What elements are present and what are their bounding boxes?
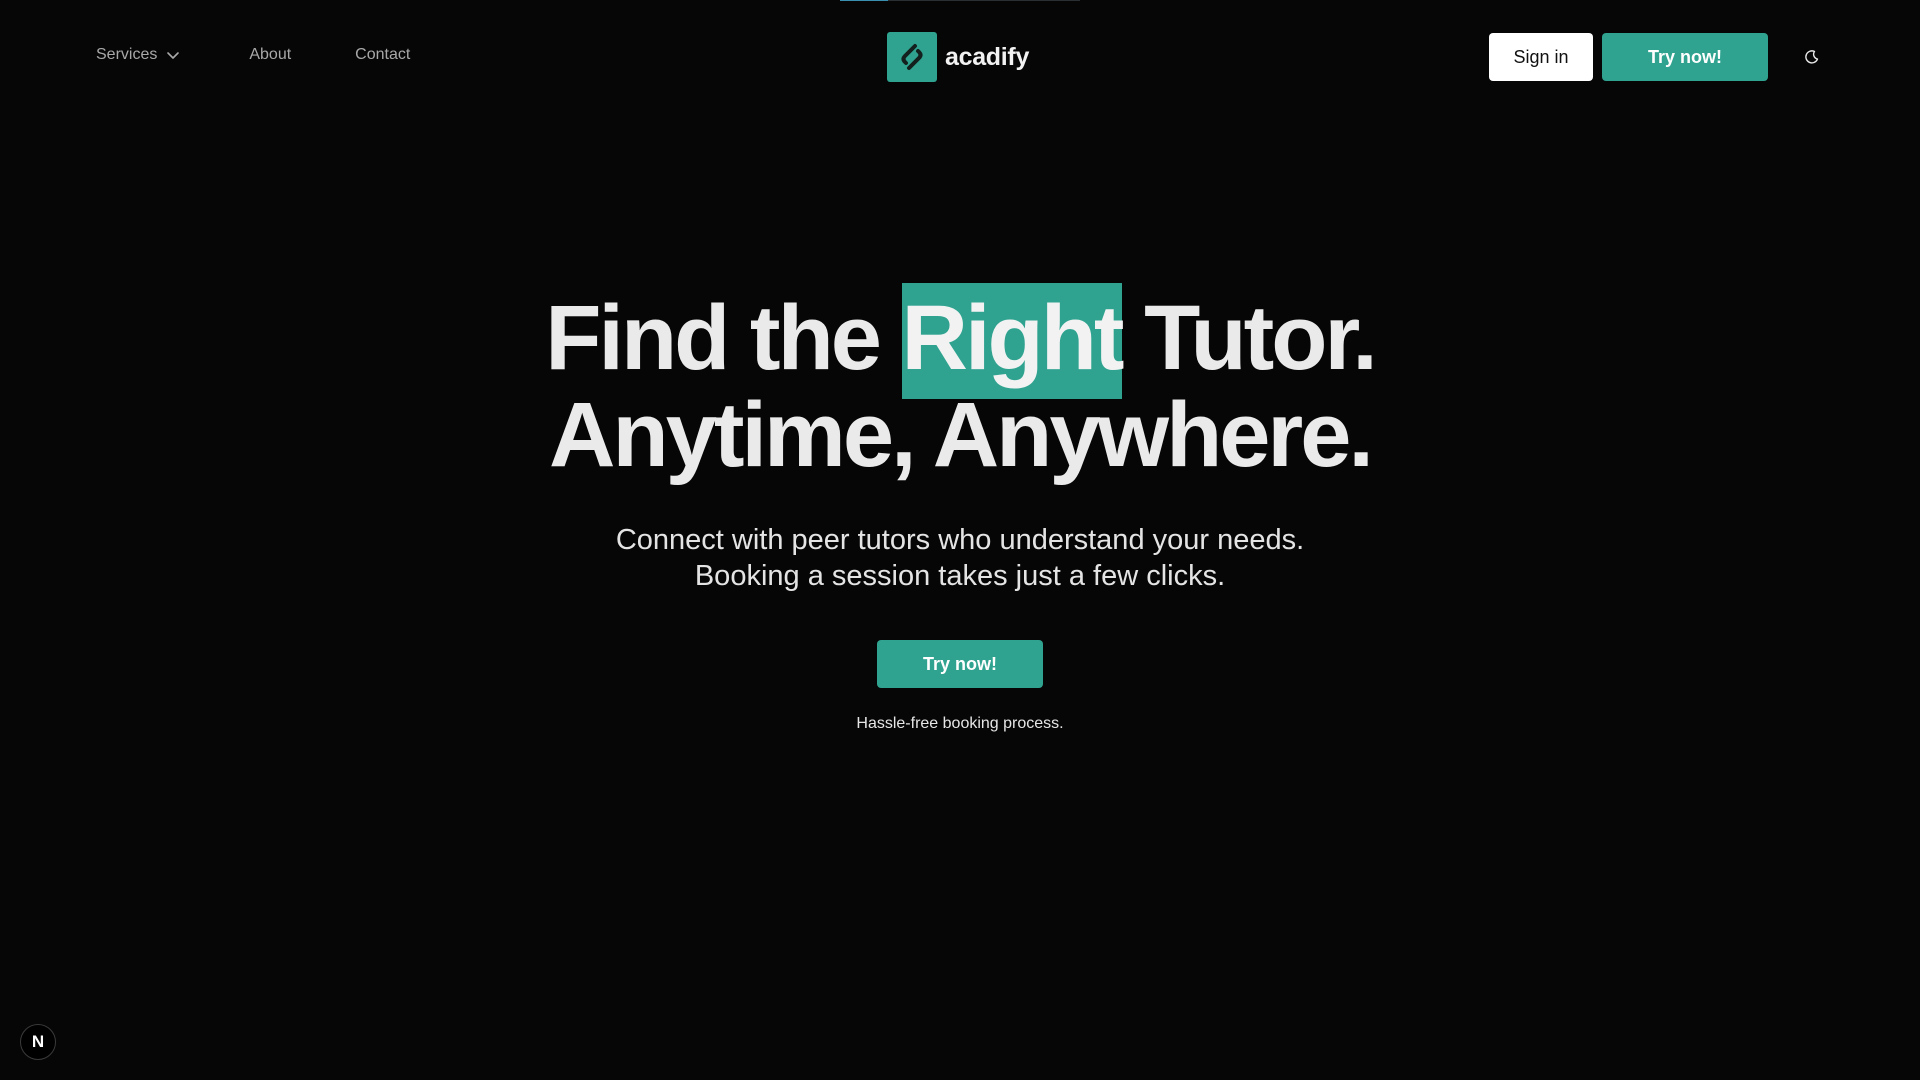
top-navigation: Services About Contact acadify Sign in T… (0, 0, 1920, 114)
try-now-hero-button[interactable]: Try now! (877, 640, 1043, 688)
moon-icon[interactable] (1800, 45, 1824, 69)
brand-name: acadify (945, 42, 1030, 71)
primary-nav: Services About Contact (96, 46, 410, 64)
chevron-down-icon (165, 47, 181, 63)
hero-tagline: Hassle-free booking process. (856, 715, 1064, 732)
hero-subheading: Connect with peer tutors who understand … (0, 522, 1920, 594)
sign-in-button[interactable]: Sign in (1489, 33, 1593, 81)
nav-contact-link[interactable]: Contact (355, 46, 410, 64)
headline-part1: Find the (545, 287, 902, 389)
headline-highlight: Right (901, 283, 1125, 399)
subhead-line2: Booking a session takes just a few click… (694, 560, 1226, 592)
headline-line2: Anytime, Anywhere. (549, 384, 1374, 486)
hero-section: Find the Right Tutor. Anytime, Anywhere.… (0, 283, 1920, 733)
nav-about-link[interactable]: About (249, 46, 291, 64)
nav-actions: Sign in Try now! (1489, 33, 1824, 81)
brand-home-link[interactable]: acadify (887, 32, 1029, 82)
try-now-nav-button[interactable]: Try now! (1602, 33, 1768, 81)
nav-services-label: Services (96, 46, 158, 63)
landing-page: Services About Contact acadify Sign in T… (0, 0, 1920, 1080)
nav-services-dropdown[interactable]: Services (96, 46, 181, 64)
subhead-line1: Connect with peer tutors who understand … (615, 524, 1305, 556)
hero-headline: Find the Right Tutor. Anytime, Anywhere. (0, 283, 1920, 486)
dev-tools-badge[interactable]: N (20, 1024, 56, 1060)
headline-part2: Tutor. (1121, 287, 1378, 389)
link-icon (887, 32, 937, 82)
